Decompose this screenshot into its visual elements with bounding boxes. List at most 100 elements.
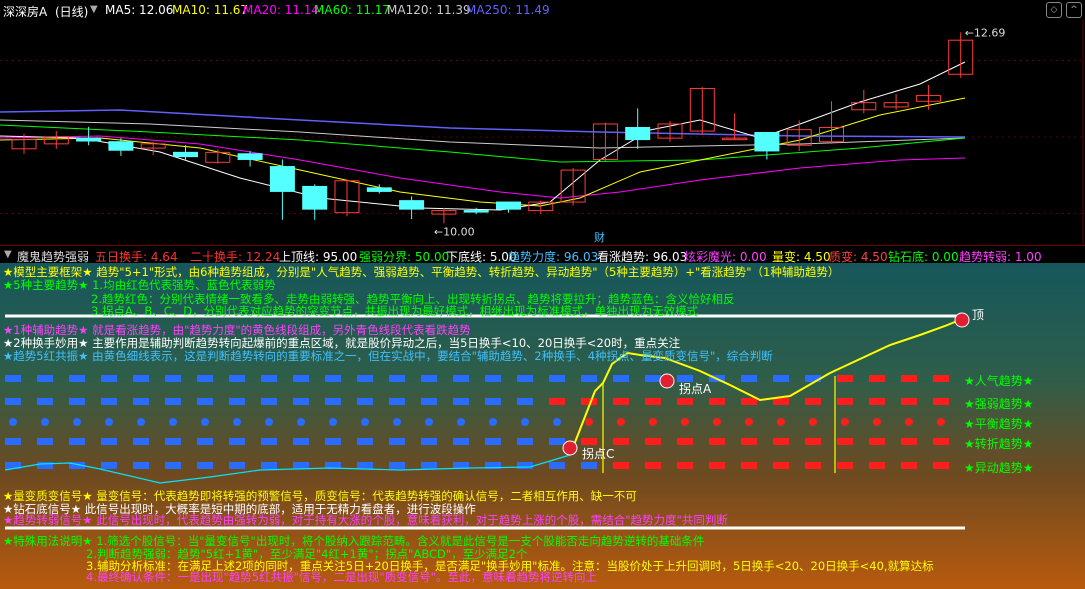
trend-dot (69, 375, 85, 382)
trend-dot (165, 462, 181, 469)
indicator-header: ▼ 魔鬼趋势强弱 五日换手: 4.64 二十换手: 12.24 上顶线: 95.… (0, 245, 1085, 264)
candle-body[interactable] (237, 153, 263, 160)
candle-body[interactable] (302, 185, 328, 210)
trend-dot (165, 398, 181, 405)
candle-body[interactable] (625, 127, 651, 141)
trend-dot (741, 375, 757, 382)
trend-dot (613, 398, 629, 405)
candle-body[interactable] (399, 200, 425, 210)
indicator-dropdown-icon[interactable]: ▼ (4, 249, 12, 260)
trend-dot (357, 438, 373, 445)
candle-body[interactable] (173, 151, 198, 158)
trend-dot (297, 418, 305, 426)
trend-dot (677, 462, 693, 469)
trend-dot (869, 462, 885, 469)
trend-dot (229, 398, 245, 405)
trend-dot (393, 418, 401, 426)
low-price-label: ←10.00 (434, 225, 475, 238)
trend-dot (837, 462, 853, 469)
trend-dot (773, 462, 789, 469)
trend-dot (421, 375, 437, 382)
trend-dot (805, 438, 821, 445)
trend-dot (69, 438, 85, 445)
trend-dot (549, 438, 565, 445)
trend-dot (69, 398, 85, 405)
trend-dot (485, 375, 501, 382)
trend-dot (581, 462, 597, 469)
trend-dot (261, 438, 277, 445)
trend-dot (809, 418, 817, 426)
trend-dot (197, 375, 213, 382)
trend-dot (293, 375, 309, 382)
trend-dot (133, 462, 149, 469)
note-final-confirm: 4.最终确认条件：一是出现"趋势5红共振"信号，二是出现"质变信号"。至此，意味… (86, 570, 597, 584)
trend-dot (229, 462, 245, 469)
turn-point-c-icon (562, 440, 578, 456)
trend-dot (645, 462, 661, 469)
candle-body[interactable] (754, 131, 780, 152)
trend-dot (261, 375, 277, 382)
trend-dot (197, 398, 213, 405)
trend-dot (101, 438, 117, 445)
trend-dot (613, 438, 629, 445)
trend-dot (773, 438, 789, 445)
trend-dot (645, 398, 661, 405)
trend-dot (933, 375, 949, 382)
trend-dot (389, 438, 405, 445)
expand-icon[interactable]: ^ (1066, 2, 1082, 18)
candle-body[interactable] (76, 137, 102, 142)
candle-body[interactable] (108, 141, 134, 151)
trend-dot (233, 418, 241, 426)
stock-name[interactable]: 深深房A (3, 3, 47, 20)
trend-dot (549, 398, 565, 405)
trend-dot (901, 462, 917, 469)
trend-dot (9, 418, 17, 426)
trend-dot (201, 418, 209, 426)
trend-dot (453, 398, 469, 405)
trend-dot (229, 375, 245, 382)
trend-dot (677, 438, 693, 445)
top-marker-icon (954, 312, 970, 328)
trend-dot (873, 418, 881, 426)
trend-dot (133, 438, 149, 445)
candle-body[interactable] (496, 201, 521, 210)
period-label[interactable]: (日线) (55, 3, 88, 20)
trend-dot (613, 462, 629, 469)
trend-dot (901, 438, 917, 445)
trend-dot (553, 418, 561, 426)
trend-dot (37, 438, 53, 445)
trend-dot (105, 418, 113, 426)
trend-dot (357, 462, 373, 469)
trend-dot (357, 398, 373, 405)
candle-body[interactable] (366, 187, 392, 192)
trend-dot (901, 375, 917, 382)
trend-dot (649, 418, 657, 426)
trend-dot (325, 398, 341, 405)
trend-dot (869, 398, 885, 405)
trend-dot (549, 462, 565, 469)
trend-dot (645, 438, 661, 445)
candle-body[interactable] (463, 210, 489, 213)
trend-dot (293, 398, 309, 405)
finance-marker[interactable]: 财 (594, 230, 605, 244)
trend-dot (517, 398, 533, 405)
trend-dot (517, 375, 533, 382)
trend-dot (681, 418, 689, 426)
trend-dot (325, 375, 341, 382)
trend-dot (165, 438, 181, 445)
indicator-panel[interactable]: 顶 拐点A 拐点C ★人气趋势★ ★强弱趋势★ ★平衡趋势★ ★转折趋势★ ★异… (0, 263, 1085, 589)
trend-dot (37, 375, 53, 382)
candle-body[interactable] (269, 166, 295, 192)
trend-dot (261, 398, 277, 405)
note-aux-trend: ★1种辅助趋势★ 就是看涨趋势，由"趋势力度"的黄色线段组成，另外青色线段代表看… (3, 323, 471, 337)
dropdown-icon[interactable]: ▼ (90, 4, 98, 15)
candlestick-chart[interactable]: ←12.69 ←10.00 财 (0, 20, 1085, 245)
restore-icon[interactable]: ◇ (1046, 2, 1062, 18)
trend-dot (837, 438, 853, 445)
note-turn-points: 3.拐点A、B、C、D，分别代表对应趋势的突变节点，共振出现为最好模式，相继出现… (91, 304, 699, 318)
trend-dot (101, 462, 117, 469)
top-marker-label: 顶 (972, 308, 985, 322)
trend-dot (869, 375, 885, 382)
trend-dot (709, 462, 725, 469)
ma250-label: MA250: 11.49 (466, 3, 550, 17)
